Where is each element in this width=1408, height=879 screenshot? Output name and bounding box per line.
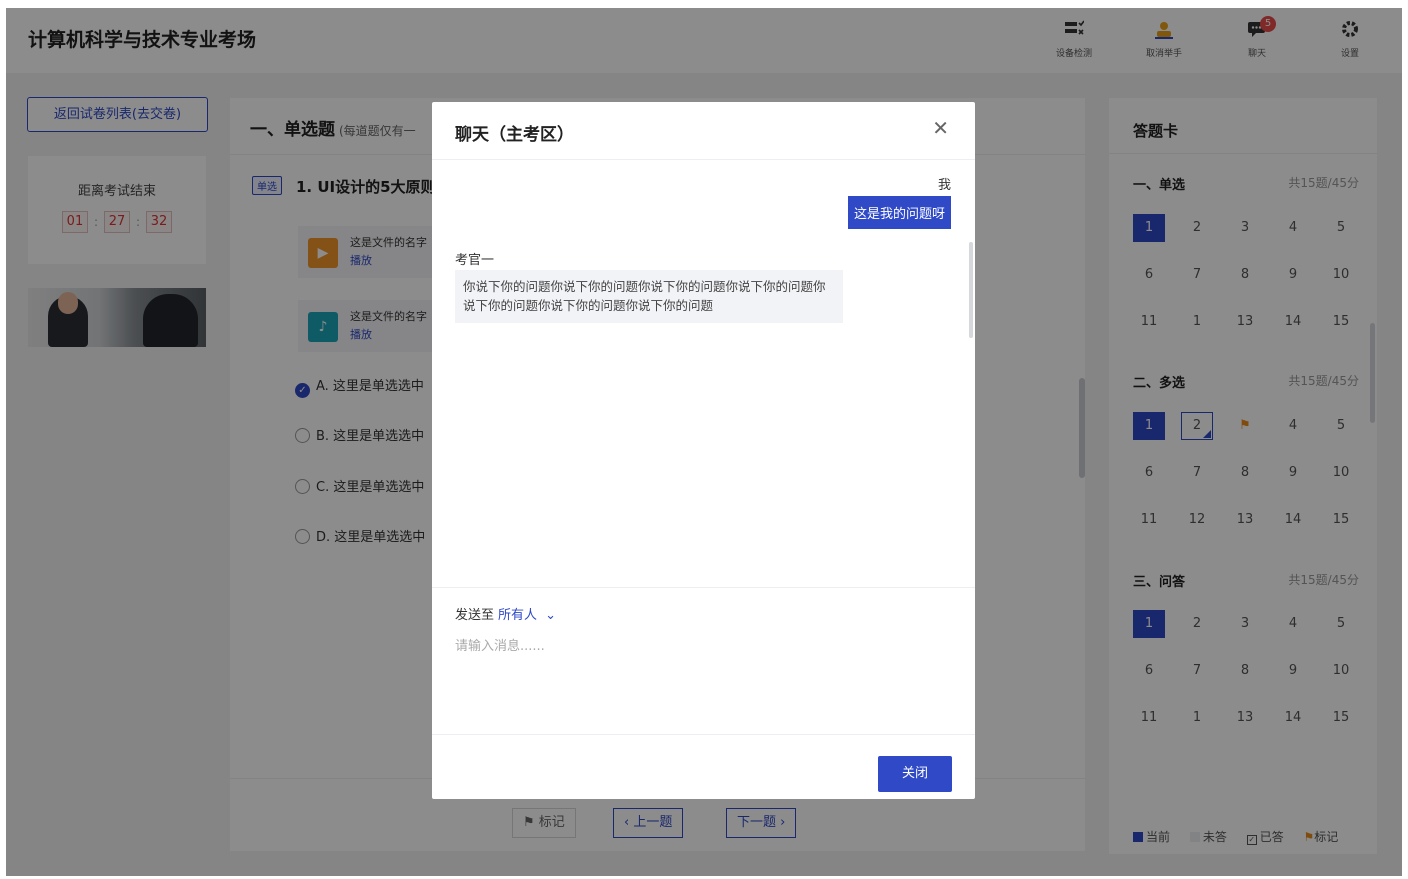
chat-modal-title: 聊天（主考区）: [455, 125, 574, 145]
app-window: 计算机科学与技术专业考场 设备检测 取消举手 5 聊天 设置 返回试卷列表(去交…: [6, 8, 1402, 876]
message-input[interactable]: [455, 635, 945, 735]
chevron-down-icon: ⌄: [541, 608, 557, 623]
my-name: 我: [937, 178, 951, 193]
send-to-label: 发送至: [455, 608, 495, 623]
my-message-bubble: 这是我的问题呀: [847, 196, 951, 229]
close-icon[interactable]: ✕: [932, 116, 949, 140]
examiner-name: 考官一: [455, 253, 495, 268]
examiner-message-bubble: 你说下你的问题你说下你的问题你说下你的问题你说下你的问题你说下你的问题你说下你的…: [455, 270, 843, 323]
send-to-selector[interactable]: 发送至 所有人 ⌄: [455, 604, 556, 623]
scrollbar[interactable]: [969, 242, 973, 338]
divider: [432, 159, 975, 160]
close-button[interactable]: 关闭: [878, 756, 952, 792]
divider: [432, 587, 975, 588]
divider: [432, 734, 975, 735]
send-to-value: 所有人: [498, 608, 538, 623]
chat-modal: 聊天（主考区） ✕ 我 这是我的问题呀 考官一 你说下你的问题你说下你的问题你说…: [432, 102, 975, 799]
